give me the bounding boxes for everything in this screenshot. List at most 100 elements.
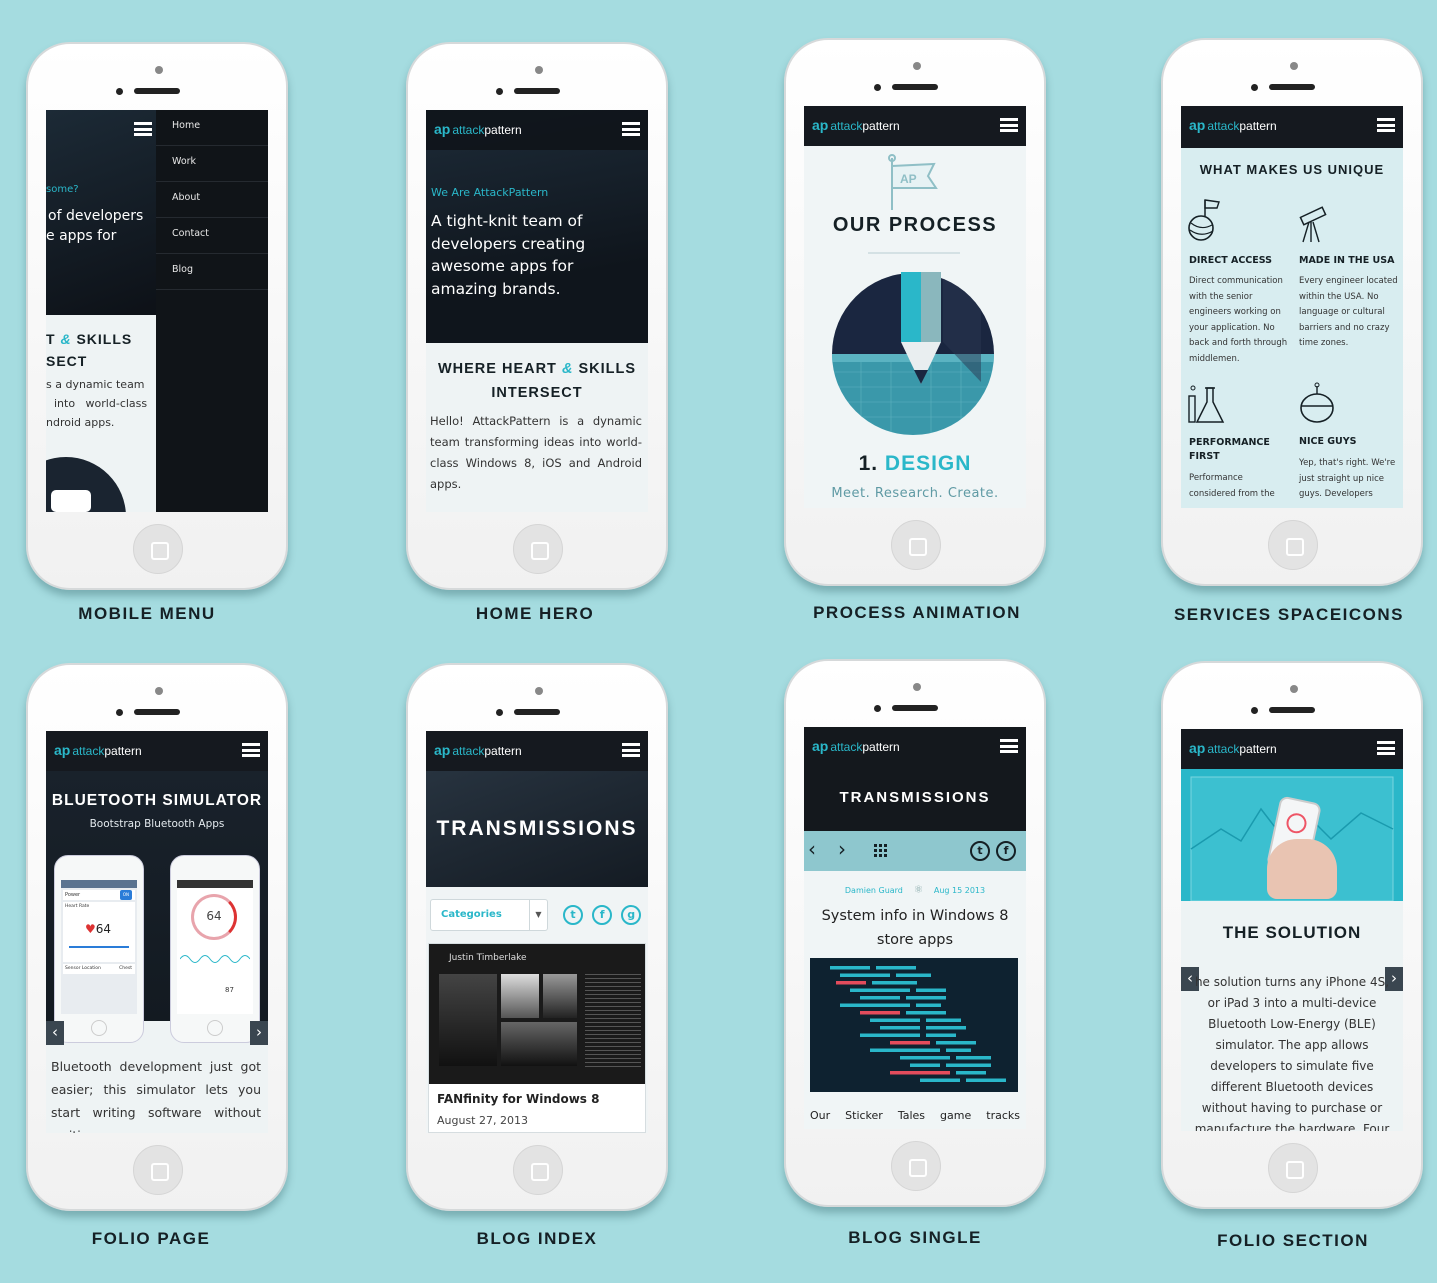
phone-mobile-menu: some? of developers e apps for T & SKILL… xyxy=(26,42,288,590)
step-name: DESIGN xyxy=(884,452,972,475)
menu-item-home[interactable]: Home xyxy=(156,110,268,146)
logo[interactable]: ap attackpattern xyxy=(1189,117,1277,133)
astronaut-helmet-icon xyxy=(1300,382,1334,423)
caption-blog-index: BLOG INDEX xyxy=(476,1229,598,1248)
service-text-1: Direct communication with the senior eng… xyxy=(1189,276,1288,364)
carousel-prev[interactable]: ‹ xyxy=(46,1021,64,1045)
heading-part-b: SKILLS xyxy=(76,331,133,347)
menu-burger[interactable] xyxy=(134,122,152,136)
blog-title: TRANSMISSIONS xyxy=(436,817,638,840)
categories-dropdown[interactable]: Categories ▼ xyxy=(430,899,548,931)
solution-hero xyxy=(1181,769,1403,901)
code-line xyxy=(860,1011,900,1015)
menu-burger[interactable] xyxy=(1000,739,1018,753)
screen: ap attackpattern We Are AttackPattern A t… xyxy=(426,110,648,512)
caption-folio-section: FOLIO SECTION xyxy=(1217,1231,1369,1250)
step-number: 1. xyxy=(858,452,879,475)
blog-title: TRANSMISSIONS xyxy=(839,789,991,806)
home-button[interactable] xyxy=(513,524,563,574)
code-line xyxy=(926,1018,961,1022)
phone-services: ap attackpattern WHAT MAKES US UNIQUE DIR… xyxy=(1161,38,1423,586)
chevron-right-icon[interactable]: › xyxy=(838,839,846,859)
code-line xyxy=(870,1048,940,1052)
logo[interactable]: ap attackpattern xyxy=(1189,740,1277,756)
screen: ap attackpattern BLUETOOTH SIMULATOR Boot… xyxy=(46,731,268,1133)
code-line xyxy=(860,1033,920,1037)
code-line xyxy=(926,1026,966,1030)
menu-burger[interactable] xyxy=(1000,118,1018,132)
camera xyxy=(1290,685,1298,693)
facebook-icon[interactable]: f xyxy=(592,905,613,925)
home-button[interactable] xyxy=(1268,520,1318,570)
screen: ap attackpattern WHAT MAKES US UNIQUE DIR… xyxy=(1181,106,1403,508)
facebook-icon[interactable]: f xyxy=(996,841,1016,861)
menu-burger[interactable] xyxy=(622,122,640,136)
body-line2: into world-class xyxy=(54,397,148,410)
camera xyxy=(535,66,543,74)
bg-kicker: some? xyxy=(46,184,79,195)
post-footer-text: Our Sticker Tales game tracks xyxy=(810,1109,1020,1122)
menu-item-about[interactable]: About xyxy=(156,182,268,218)
heading-line2: INTERSECT xyxy=(491,385,583,401)
logo[interactable]: ap attackpattern xyxy=(812,117,900,133)
post-toolbar: ‹ › t f xyxy=(804,831,1026,871)
side-menu: Home Work About Contact Blog xyxy=(156,110,268,512)
post-title[interactable]: FANfinity for Windows 8 xyxy=(437,1092,599,1106)
sensor-dot xyxy=(874,705,881,712)
home-button[interactable] xyxy=(1268,1143,1318,1193)
google-plus-icon[interactable]: g xyxy=(621,905,642,925)
logo[interactable]: ap attackpattern xyxy=(434,742,522,758)
menu-burger[interactable] xyxy=(242,743,260,757)
service-title-4: NICE GUYS xyxy=(1299,436,1357,447)
menu-item-work[interactable]: Work xyxy=(156,146,268,182)
chevron-left-icon[interactable]: ‹ xyxy=(808,839,816,859)
home-button[interactable] xyxy=(891,1141,941,1191)
speaker xyxy=(892,84,938,90)
code-line xyxy=(966,1078,1006,1082)
menu-burger[interactable] xyxy=(1377,741,1395,755)
folio-title: BLUETOOTH SIMULATOR xyxy=(51,792,263,809)
logo[interactable]: ap attackpattern xyxy=(812,738,900,754)
caption-home-hero: HOME HERO xyxy=(475,604,595,623)
service-text-4: Yep, that's right. We're just straight u… xyxy=(1299,458,1396,499)
logo[interactable]: ap attackpattern xyxy=(434,121,522,137)
mini-home-button xyxy=(91,1020,107,1036)
twitter-icon[interactable]: t xyxy=(563,905,583,925)
home-button[interactable] xyxy=(133,524,183,574)
code-line xyxy=(956,1071,986,1075)
heart-slider[interactable] xyxy=(69,946,129,948)
grid-icon[interactable] xyxy=(874,844,887,857)
menu-burger[interactable] xyxy=(622,743,640,757)
mini-home-button xyxy=(207,1020,223,1036)
caption-blog-single: BLOG SINGLE xyxy=(848,1228,982,1247)
home-button[interactable] xyxy=(891,520,941,570)
logo[interactable]: ap attackpattern xyxy=(54,742,142,758)
caption-services: SERVICES SPACEICONS xyxy=(1173,605,1405,624)
menu-item-contact[interactable]: Contact xyxy=(156,218,268,254)
heading-line2: SECT xyxy=(46,353,88,369)
twitter-icon[interactable]: t xyxy=(970,841,990,861)
home-button[interactable] xyxy=(133,1145,183,1195)
flask-icon xyxy=(1188,385,1225,423)
camera xyxy=(913,683,921,691)
speaker xyxy=(134,88,180,94)
camera xyxy=(155,66,163,74)
post-date: Aug 15 2013 xyxy=(933,886,986,895)
bg-line2: e apps for xyxy=(46,228,117,244)
mockup-phone-right: 64 87 xyxy=(170,855,260,1043)
code-line xyxy=(910,1063,940,1067)
service-title-1: DIRECT ACCESS xyxy=(1189,255,1273,266)
carousel-next[interactable]: › xyxy=(250,1021,268,1045)
post-card[interactable]: Justin Timberlake FANfinity for Windows … xyxy=(428,943,646,1133)
intro-text: Hello! AttackPattern is a dynamic team t… xyxy=(430,414,642,491)
menu-burger[interactable] xyxy=(1377,118,1395,132)
phone-blog-index: ap attackpattern TRANSMISSIONS Categories… xyxy=(406,663,668,1211)
home-button[interactable] xyxy=(513,1145,563,1195)
code-line xyxy=(946,1063,991,1067)
caption-mobile-menu: MOBILE MENU xyxy=(78,604,216,623)
ampersand: & xyxy=(561,361,574,377)
solution-body: he solution turns any iPhone 4S, or iPad… xyxy=(1194,975,1390,1131)
menu-item-blog[interactable]: Blog xyxy=(156,254,268,290)
flag-icon: AP xyxy=(888,154,938,210)
post-author[interactable]: Damien Guard xyxy=(845,886,903,895)
